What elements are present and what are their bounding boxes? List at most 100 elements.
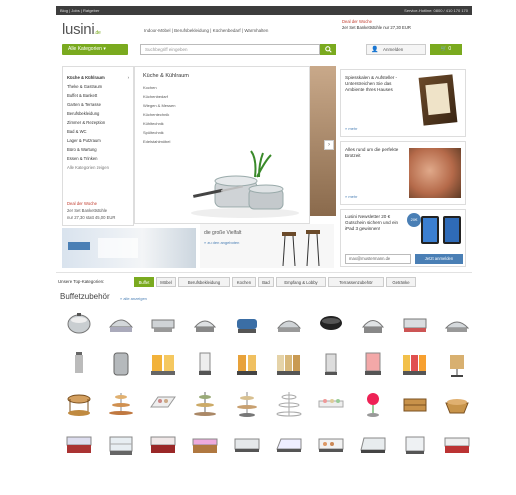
product-tile[interactable] — [272, 308, 306, 340]
product-tile[interactable] — [440, 388, 474, 420]
vielfalt-link[interactable]: » zu den angeboten — [204, 240, 239, 245]
newsletter-email-input[interactable]: max@mustermann.de — [345, 254, 411, 264]
chafing-dish-image — [444, 321, 470, 332]
product-tile[interactable] — [314, 308, 348, 340]
product-tile[interactable] — [398, 348, 432, 380]
product-tile[interactable] — [356, 348, 390, 380]
product-tile[interactable] — [230, 348, 264, 380]
product-tile[interactable] — [62, 388, 96, 420]
top-navigation[interactable]: Indoor-Möbel | Berufsbekleidung | Küchen… — [144, 28, 268, 33]
product-tile[interactable] — [398, 308, 432, 340]
promo-brotzeit-more[interactable]: » mehr — [345, 194, 357, 199]
menu-item[interactable]: Zimmer & Rezeption — [67, 120, 105, 125]
menu-item-show-all[interactable]: Alle Kategorien zeigen — [67, 165, 109, 170]
flyout-item[interactable]: Küchentechnik — [143, 112, 169, 117]
logo-tld: .de — [94, 30, 101, 36]
tab-empfang-lobby[interactable]: Empfang & Lobby — [276, 277, 326, 287]
chevron-right-icon: › — [127, 75, 129, 80]
serving-board-image — [318, 399, 344, 408]
product-tile[interactable] — [146, 428, 180, 460]
product-tile[interactable] — [440, 308, 474, 340]
newsletter-submit-button[interactable]: Jetzt anmelden — [415, 254, 463, 264]
cart-button[interactable]: 🛒 0 — [430, 44, 462, 55]
menu-item[interactable]: Garten & Terrasse — [67, 102, 101, 107]
product-tile[interactable] — [440, 348, 474, 380]
product-tile[interactable] — [314, 348, 348, 380]
product-tile[interactable] — [440, 428, 474, 460]
menu-item[interactable]: Bad & WC — [67, 129, 87, 134]
product-tile[interactable] — [398, 388, 432, 420]
product-tile[interactable] — [356, 388, 390, 420]
top-links[interactable]: Blog | Jobs | Ratgeber — [60, 8, 99, 13]
product-tile[interactable] — [104, 308, 138, 340]
flyout-item[interactable]: Wiegen & Messen — [143, 103, 175, 108]
product-tile[interactable] — [188, 428, 222, 460]
product-tile[interactable] — [230, 428, 264, 460]
menu-item[interactable]: Lager & Putzraum — [67, 138, 101, 143]
tab-getraenke[interactable]: Getränke — [386, 277, 416, 287]
product-tile[interactable] — [146, 348, 180, 380]
tab-moebel[interactable]: Möbel — [156, 277, 176, 287]
product-tile[interactable] — [272, 348, 306, 380]
tab-terrassenzubehoer[interactable]: Terrassenzubehör — [328, 277, 384, 287]
login-button[interactable]: 👤 Anmelden — [366, 44, 426, 55]
product-tile[interactable] — [104, 348, 138, 380]
logo[interactable]: lusini.de — [62, 21, 101, 38]
product-tile[interactable] — [188, 388, 222, 420]
product-tile[interactable] — [104, 388, 138, 420]
menu-item[interactable]: Theke & Gastraum — [67, 84, 102, 89]
product-tile[interactable] — [230, 388, 264, 420]
tab-berufsbekleidung[interactable]: Berufsbekleidung — [178, 277, 230, 287]
menu-item[interactable]: Büro & Wartung — [67, 147, 97, 152]
menu-item[interactable]: Buffet & Bankett — [67, 93, 97, 98]
product-tile[interactable] — [356, 308, 390, 340]
buffet-banner[interactable] — [62, 228, 196, 268]
tab-buffet[interactable]: Buffet — [134, 277, 154, 287]
hero-next-arrow[interactable]: › — [324, 140, 334, 150]
ipad-image-2 — [443, 216, 461, 244]
product-tile[interactable] — [104, 428, 138, 460]
display-counter-image — [444, 437, 470, 453]
cereal-dispenser-image — [199, 352, 211, 375]
menu-item[interactable]: Küche & Kühlraum — [67, 75, 105, 80]
promo-displays-more[interactable]: » mehr — [345, 126, 357, 131]
tab-bad[interactable]: Bad — [258, 277, 274, 287]
product-tile[interactable] — [62, 308, 96, 340]
search-button[interactable] — [320, 44, 336, 55]
flyout-item[interactable]: Kochen — [143, 85, 157, 90]
flyout-item[interactable]: Edelstahlmöbel — [143, 139, 170, 144]
flyout-item[interactable]: Küchenbedarf — [143, 94, 168, 99]
menu-item[interactable]: Essen & Trinken — [67, 156, 98, 161]
product-tile[interactable] — [146, 388, 180, 420]
deal-text: 2er Set Bankettstühle nur 27,30 EUR — [342, 25, 411, 30]
menu-item[interactable]: Berufsbekleidung — [67, 111, 99, 116]
all-categories-button[interactable]: Alle Kategorien ▾ — [62, 44, 128, 55]
product-tile[interactable] — [272, 388, 306, 420]
product-tile[interactable] — [188, 308, 222, 340]
flyout-title[interactable]: Küche & Kühlraum — [143, 73, 189, 79]
deal-of-week-header[interactable]: Deal der Woche 2er Set Bankettstühle nur… — [342, 19, 411, 31]
promo-brotzeit[interactable]: Alles rund um die perfekte Brotzeit » me… — [340, 141, 466, 205]
product-tile[interactable] — [146, 308, 180, 340]
promo-newsletter[interactable]: Lusini Newsletter 20 € Gutschein sichern… — [340, 209, 466, 267]
product-tile[interactable] — [188, 348, 222, 380]
promo-displays[interactable]: Spiesskalen & Aufsteller - Unterstreiche… — [340, 69, 466, 137]
vielfalt-text: die große Vielfalt — [204, 230, 242, 236]
menu-deal-line2: nur 27,30 statt 45,00 EUR — [67, 215, 116, 220]
product-tile[interactable] — [62, 348, 96, 380]
product-tile[interactable] — [314, 388, 348, 420]
product-tile[interactable] — [356, 428, 390, 460]
product-tile[interactable] — [62, 428, 96, 460]
product-tile[interactable] — [398, 428, 432, 460]
product-tile[interactable] — [272, 428, 306, 460]
category-flyout: Küche & Kühlraum Kochen Küchenbedarf Wie… — [134, 66, 310, 224]
menu-deal-title[interactable]: Deal der Woche — [67, 201, 97, 206]
product-tile[interactable] — [314, 428, 348, 460]
tab-kochen[interactable]: Kochen — [232, 277, 256, 287]
section-show-all-link[interactable]: » alle anzeigen — [120, 296, 147, 301]
flyout-item[interactable]: Kühltechnik — [143, 121, 164, 126]
product-tile[interactable] — [230, 308, 264, 340]
vielfalt-banner[interactable]: die große Vielfalt » zu den angeboten — [200, 224, 334, 268]
flyout-item[interactable]: Spültechnik — [143, 130, 164, 135]
search-input[interactable]: Suchbegriff eingeben — [140, 44, 320, 55]
